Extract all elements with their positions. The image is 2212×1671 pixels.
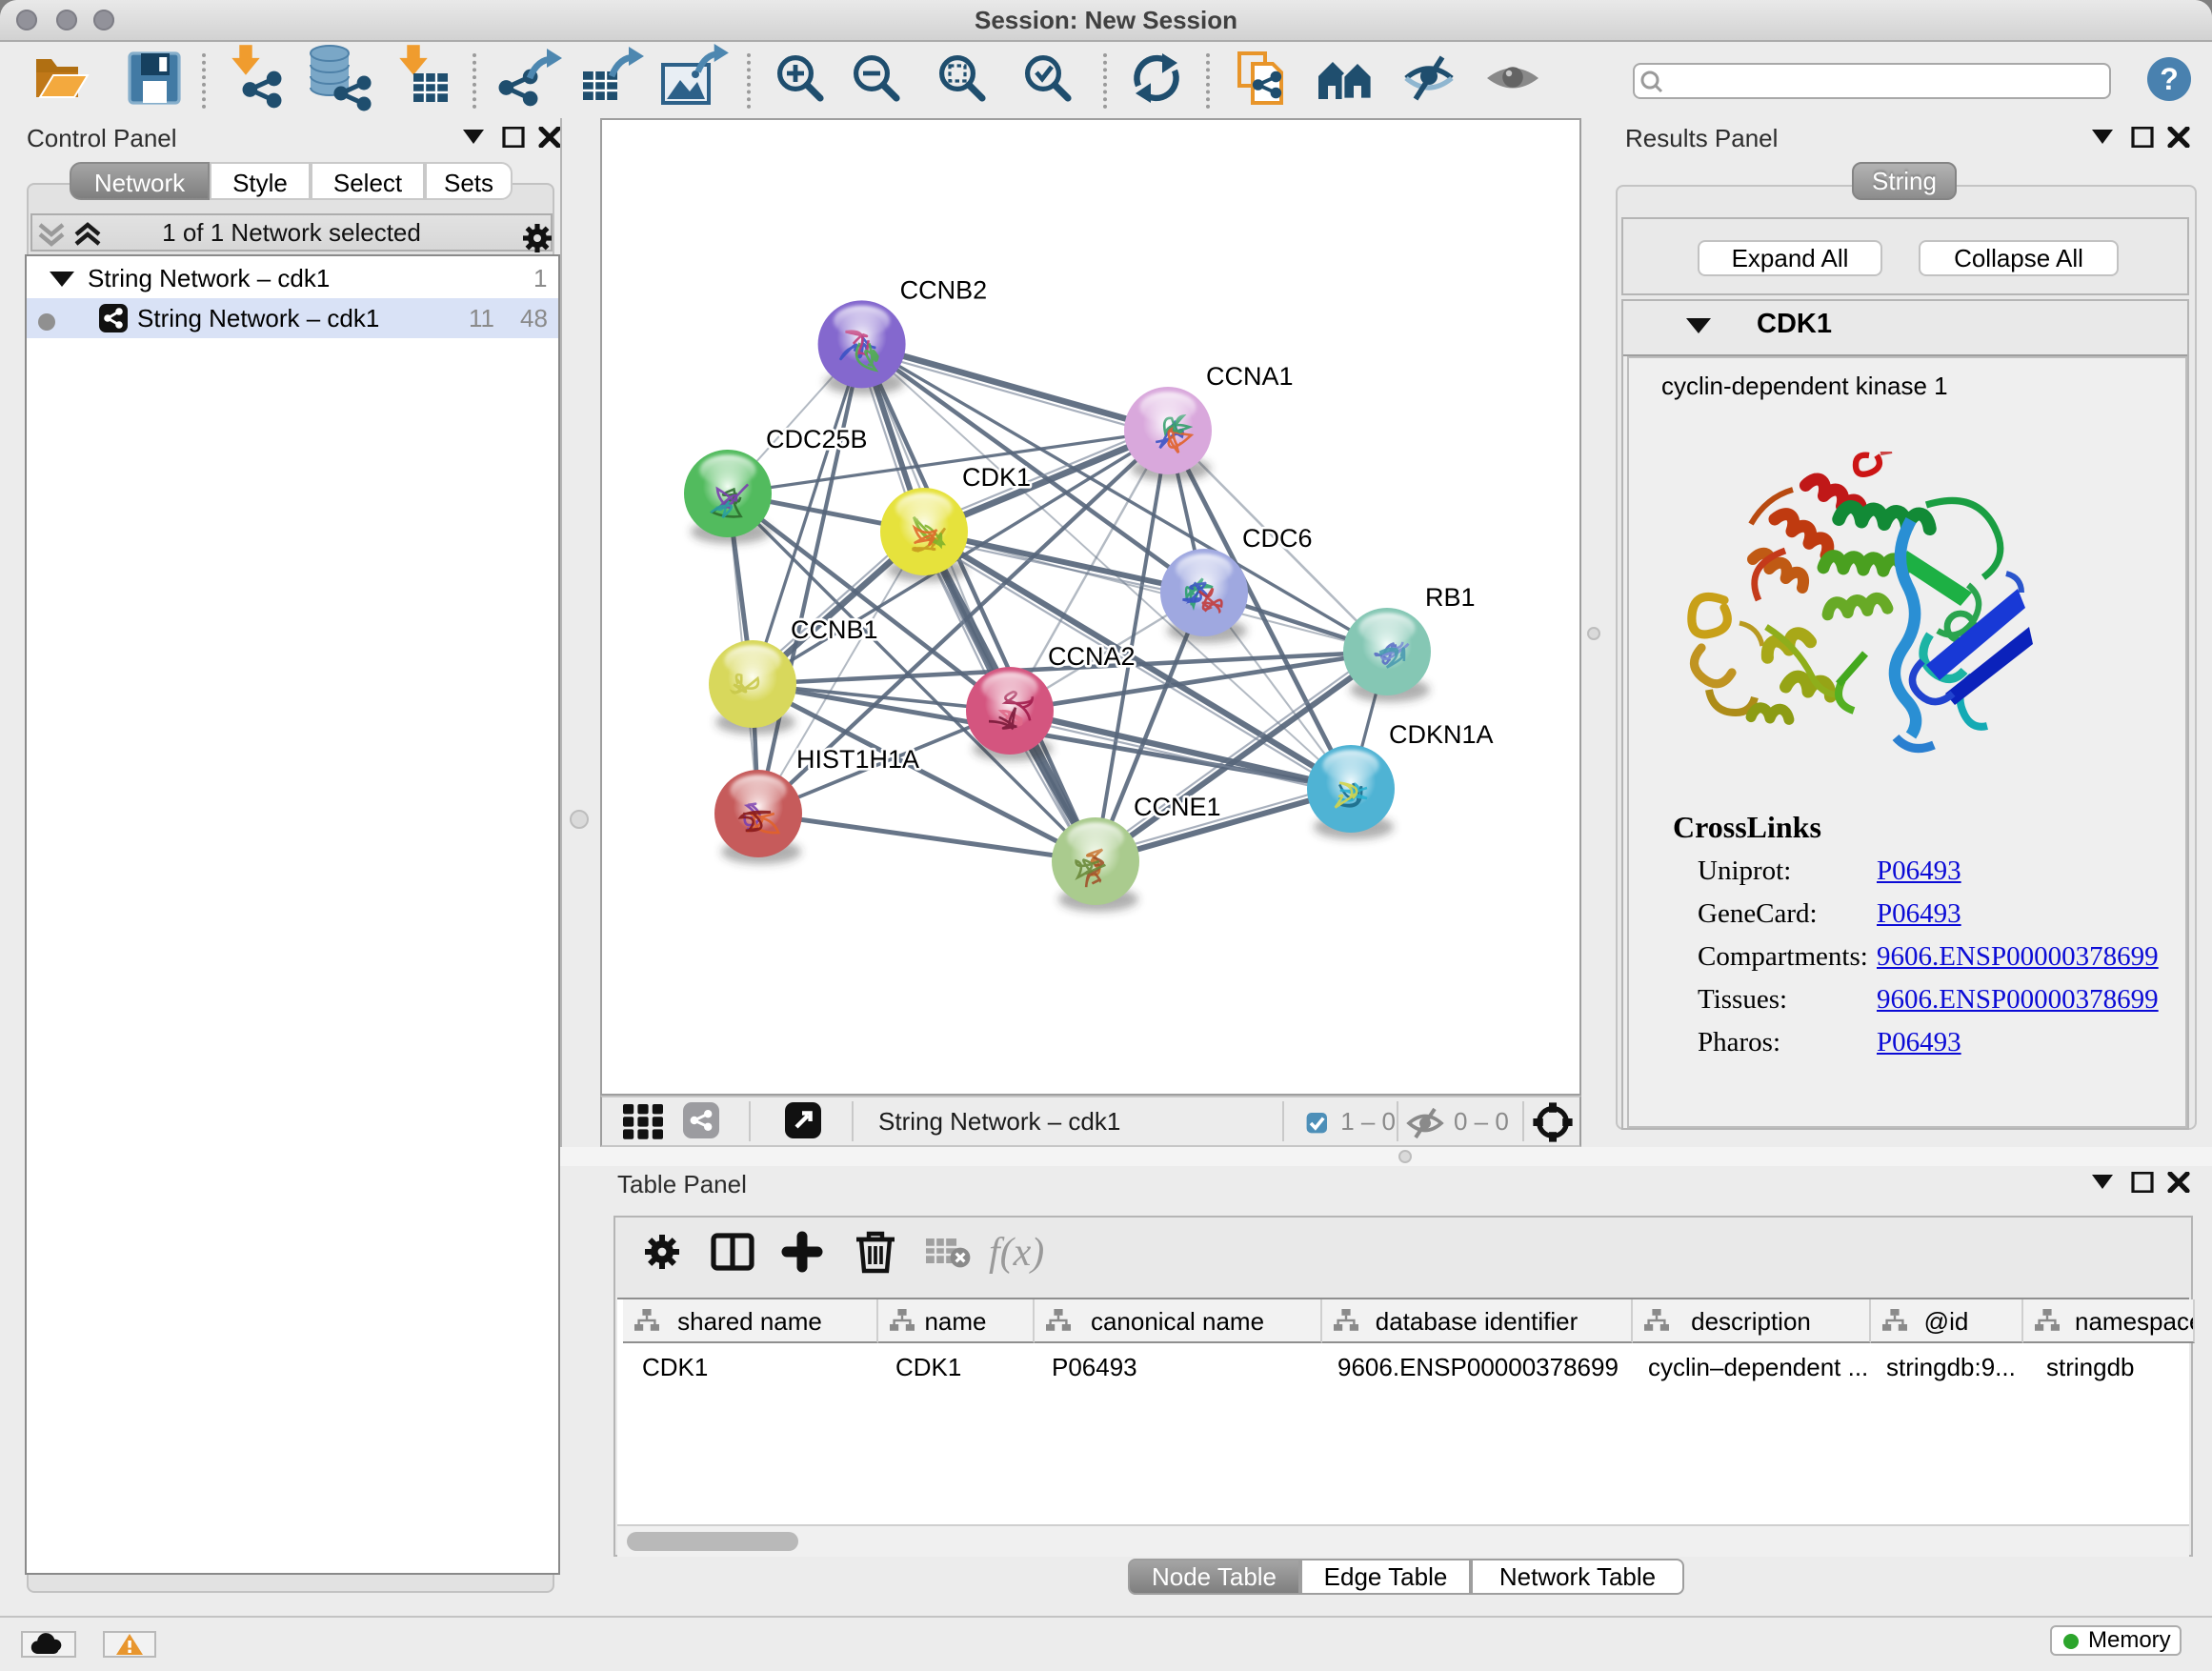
svg-text:CCNA2: CCNA2	[1048, 642, 1136, 671]
svg-text:CDC6: CDC6	[1242, 524, 1313, 553]
svg-text:CCNE1: CCNE1	[1134, 793, 1221, 821]
svg-text:CCNB2: CCNB2	[900, 275, 988, 304]
svg-text:f(x): f(x)	[989, 1231, 1044, 1275]
svg-text:RB1: RB1	[1425, 583, 1476, 612]
svg-text:CDC25B: CDC25B	[766, 425, 868, 453]
svg-text:CCNA1: CCNA1	[1206, 362, 1294, 391]
svg-text:CCNB1: CCNB1	[791, 615, 878, 644]
svg-text:HIST1H1A: HIST1H1A	[796, 745, 919, 774]
svg-text:CDKN1A: CDKN1A	[1389, 720, 1494, 749]
svg-text:CDK1: CDK1	[962, 463, 1031, 492]
